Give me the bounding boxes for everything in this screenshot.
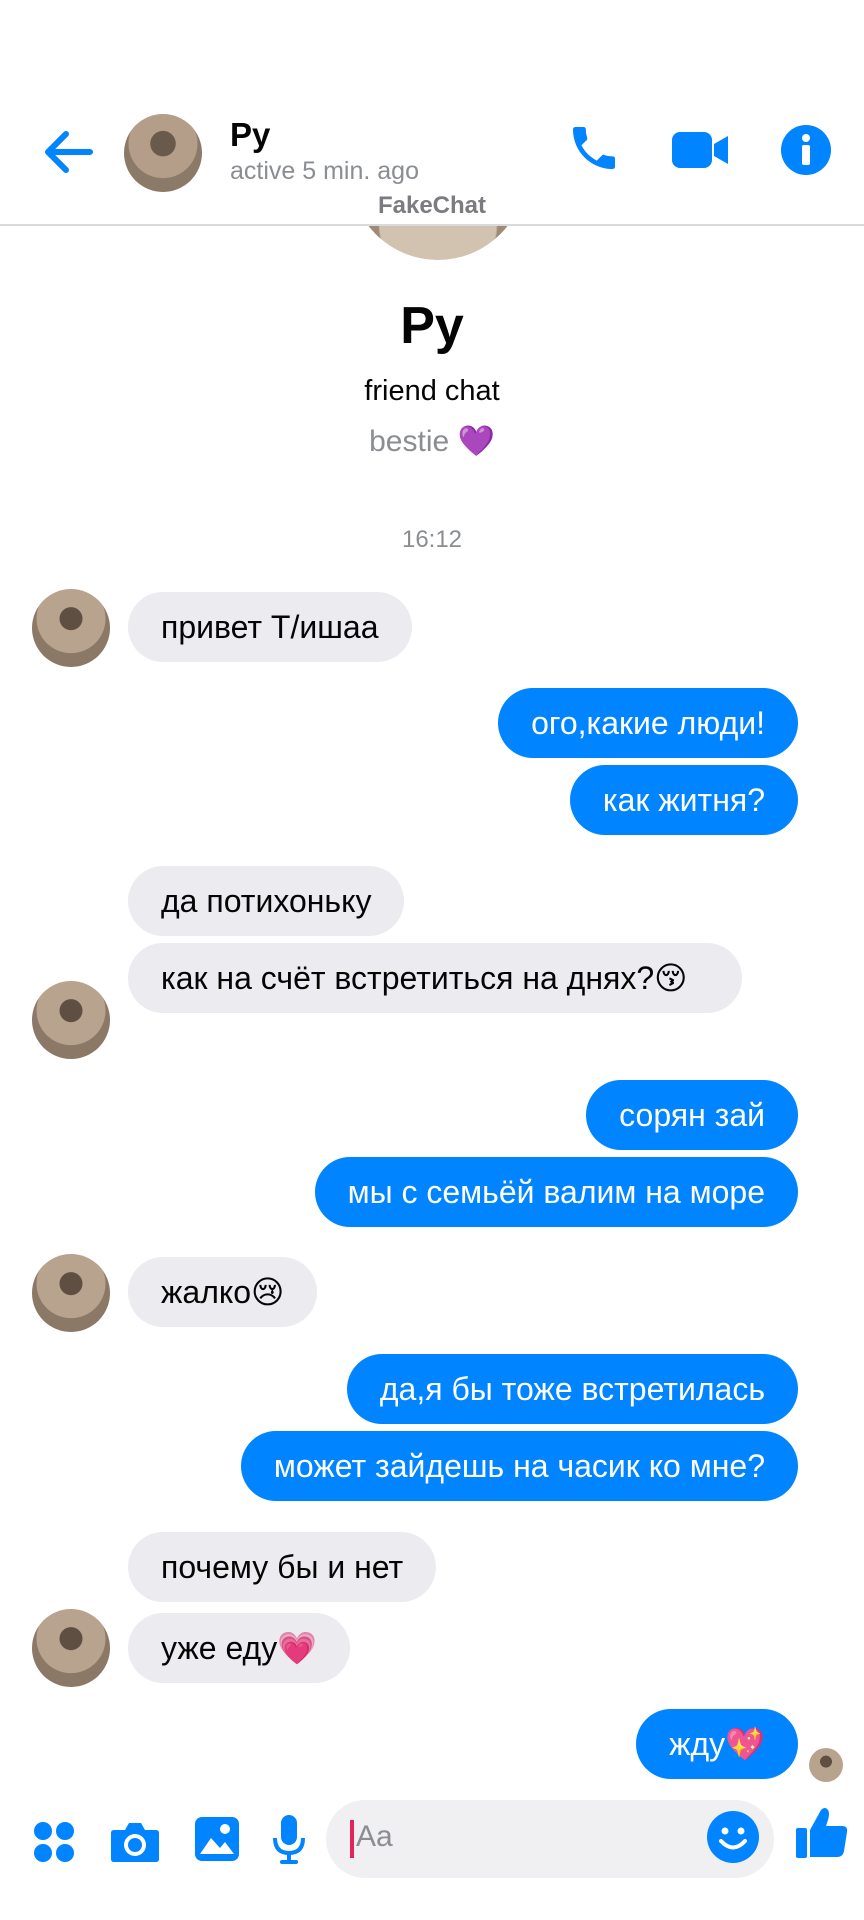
message-input-placeholder: Aa [356,1820,393,1853]
profile-subtitle: friend chat [364,375,500,407]
camera-icon[interactable] [110,1818,160,1864]
message-composer: Aa [0,1786,864,1920]
microphone-icon[interactable] [272,1814,306,1866]
message-bubble-incoming[interactable]: привет Т/ишаа [128,592,412,662]
contact-status: active 5 min. ago [230,157,419,185]
text-cursor [350,1820,354,1858]
message-bubble-outgoing[interactable]: да,я бы тоже встретилась [346,1354,798,1424]
message-bubble-outgoing[interactable]: сорян зай [586,1080,798,1150]
message-bubble-incoming[interactable]: уже еду💗 [128,1613,351,1683]
watermark: FakeChat [377,192,487,219]
profile-bio: bestie 💜 [369,425,495,458]
video-icon[interactable] [670,128,730,172]
message-bubble-incoming[interactable]: почему бы и нет [128,1532,437,1602]
message-bubble-outgoing[interactable]: может зайдешь на часик ко мне? [240,1431,798,1501]
message-bubble-incoming[interactable]: да потихоньку [128,866,405,936]
message-bubble-incoming[interactable]: как на счёт встретиться на днях?😚 [128,943,742,1013]
contact-avatar-small [32,981,110,1059]
emoji-icon[interactable] [706,1810,760,1864]
gallery-icon[interactable] [194,1816,240,1862]
contact-avatar-small [32,1609,110,1687]
message-bubble-incoming[interactable]: жалко😢 [128,1257,318,1327]
profile-name: Py [400,297,464,355]
contact-avatar-small [32,1254,110,1332]
contact-avatar[interactable] [124,114,202,192]
back-arrow-icon[interactable] [40,128,94,176]
message-timestamp: 16:12 [401,526,463,553]
message-bubble-outgoing[interactable]: как житня? [569,765,798,835]
message-bubble-outgoing[interactable]: мы с семьёй валим на море [314,1157,798,1227]
seen-avatar [809,1748,843,1782]
info-icon[interactable] [780,124,832,176]
message-bubble-outgoing[interactable]: жду💖 [636,1709,798,1779]
message-bubble-outgoing[interactable]: ого,какие люди! [498,688,798,758]
contact-name[interactable]: Py [230,116,270,154]
apps-icon[interactable] [32,1820,76,1864]
like-thumb-icon[interactable] [794,1804,850,1860]
phone-icon[interactable] [566,120,622,176]
contact-avatar-small [32,589,110,667]
